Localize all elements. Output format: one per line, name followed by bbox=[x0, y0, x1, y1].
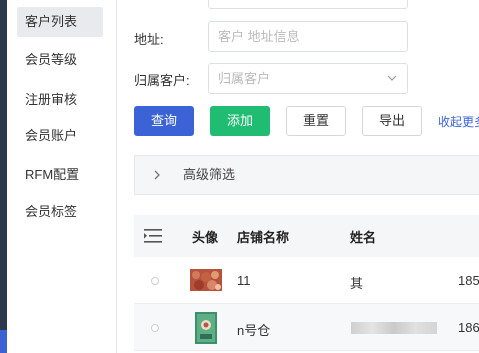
add-button[interactable]: 添加 bbox=[210, 106, 270, 136]
shop-name-cell: n号仓 bbox=[237, 323, 271, 338]
avatar bbox=[195, 312, 217, 344]
advanced-filter-label: 高级筛选 bbox=[183, 167, 236, 182]
sidebar-item-customer-list[interactable]: 客户列表 bbox=[17, 7, 103, 37]
owner-select-placeholder: 归属客户 bbox=[218, 71, 271, 86]
sidebar-item-rfm-config[interactable]: RFM配置 bbox=[17, 160, 103, 190]
sidebar-item-member-tags[interactable]: 会员标签 bbox=[17, 197, 103, 227]
column-header-avatar: 头像 bbox=[192, 230, 219, 245]
column-settings-icon[interactable] bbox=[144, 228, 162, 244]
export-button[interactable]: 导出 bbox=[362, 106, 422, 136]
avatar bbox=[190, 269, 222, 291]
sidebar-item-member-level[interactable]: 会员等级 bbox=[17, 45, 103, 75]
prev-field-input[interactable] bbox=[208, 0, 408, 9]
chevron-down-icon bbox=[387, 64, 397, 105]
main-content: 地址: 客户 地址信息 归属客户: 归属客户 查询 添加 重置 导出 收起更多 … bbox=[118, 0, 479, 353]
sidebar-item-registration-review[interactable]: 注册审核 bbox=[17, 85, 103, 115]
table-header: 头像 店铺名称 姓名 bbox=[134, 215, 479, 257]
column-header-name: 姓名 bbox=[350, 230, 377, 245]
collapse-more-link[interactable]: 收起更多 bbox=[438, 113, 479, 130]
row-select-radio[interactable] bbox=[151, 324, 159, 332]
sidebar: 客户列表 会员等级 注册审核 会员账户 RFM配置 会员标签 bbox=[0, 0, 117, 353]
column-header-shop-name: 店铺名称 bbox=[237, 230, 290, 245]
address-label: 地址: bbox=[134, 32, 164, 47]
sidebar-edge bbox=[0, 0, 7, 353]
name-cell: 其 bbox=[350, 276, 364, 291]
owner-select[interactable]: 归属客户 bbox=[208, 63, 408, 94]
shop-name-cell: 11 bbox=[237, 273, 251, 288]
row-select-radio[interactable] bbox=[151, 277, 159, 285]
table-row[interactable]: 11 其 185 bbox=[134, 257, 479, 304]
table-row[interactable]: n号仓 186 bbox=[134, 304, 479, 351]
reset-button[interactable]: 重置 bbox=[286, 106, 346, 136]
address-input[interactable]: 客户 地址信息 bbox=[208, 21, 408, 52]
sidebar-item-member-account[interactable]: 会员账户 bbox=[17, 121, 103, 151]
chevron-right-icon bbox=[153, 156, 161, 209]
owner-label: 归属客户: bbox=[134, 73, 190, 88]
phone-cell: 186 bbox=[458, 320, 479, 335]
phone-cell: 185 bbox=[458, 273, 479, 288]
redacted-name bbox=[351, 322, 437, 334]
advanced-filter-toggle[interactable]: 高级筛选 bbox=[134, 155, 479, 195]
sidebar-accent bbox=[0, 330, 7, 353]
query-button[interactable]: 查询 bbox=[134, 106, 194, 136]
